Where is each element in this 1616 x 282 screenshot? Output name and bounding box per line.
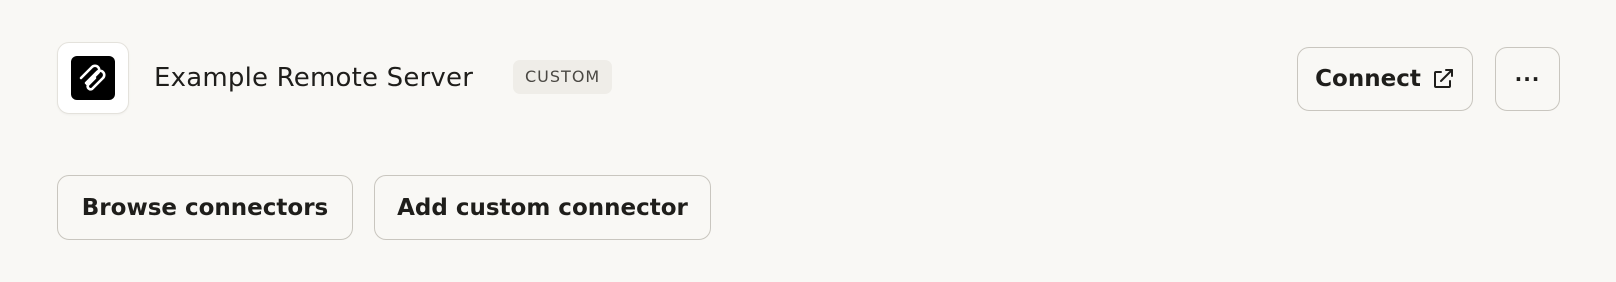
- connectors-panel: Example Remote Server CUSTOM Connect ···…: [0, 0, 1616, 282]
- more-options-button[interactable]: ···: [1495, 47, 1560, 111]
- external-link-icon: [1431, 67, 1455, 91]
- paperclip-icon: [71, 56, 115, 100]
- browse-connectors-button[interactable]: Browse connectors: [57, 175, 353, 240]
- connect-label: Connect: [1315, 66, 1421, 92]
- ellipsis-icon: ···: [1514, 67, 1541, 91]
- server-name: Example Remote Server: [154, 63, 474, 93]
- custom-badge: CUSTOM: [513, 60, 613, 94]
- connect-button[interactable]: Connect: [1297, 47, 1473, 111]
- server-logo: [57, 42, 129, 114]
- add-custom-connector-button[interactable]: Add custom connector: [374, 175, 711, 240]
